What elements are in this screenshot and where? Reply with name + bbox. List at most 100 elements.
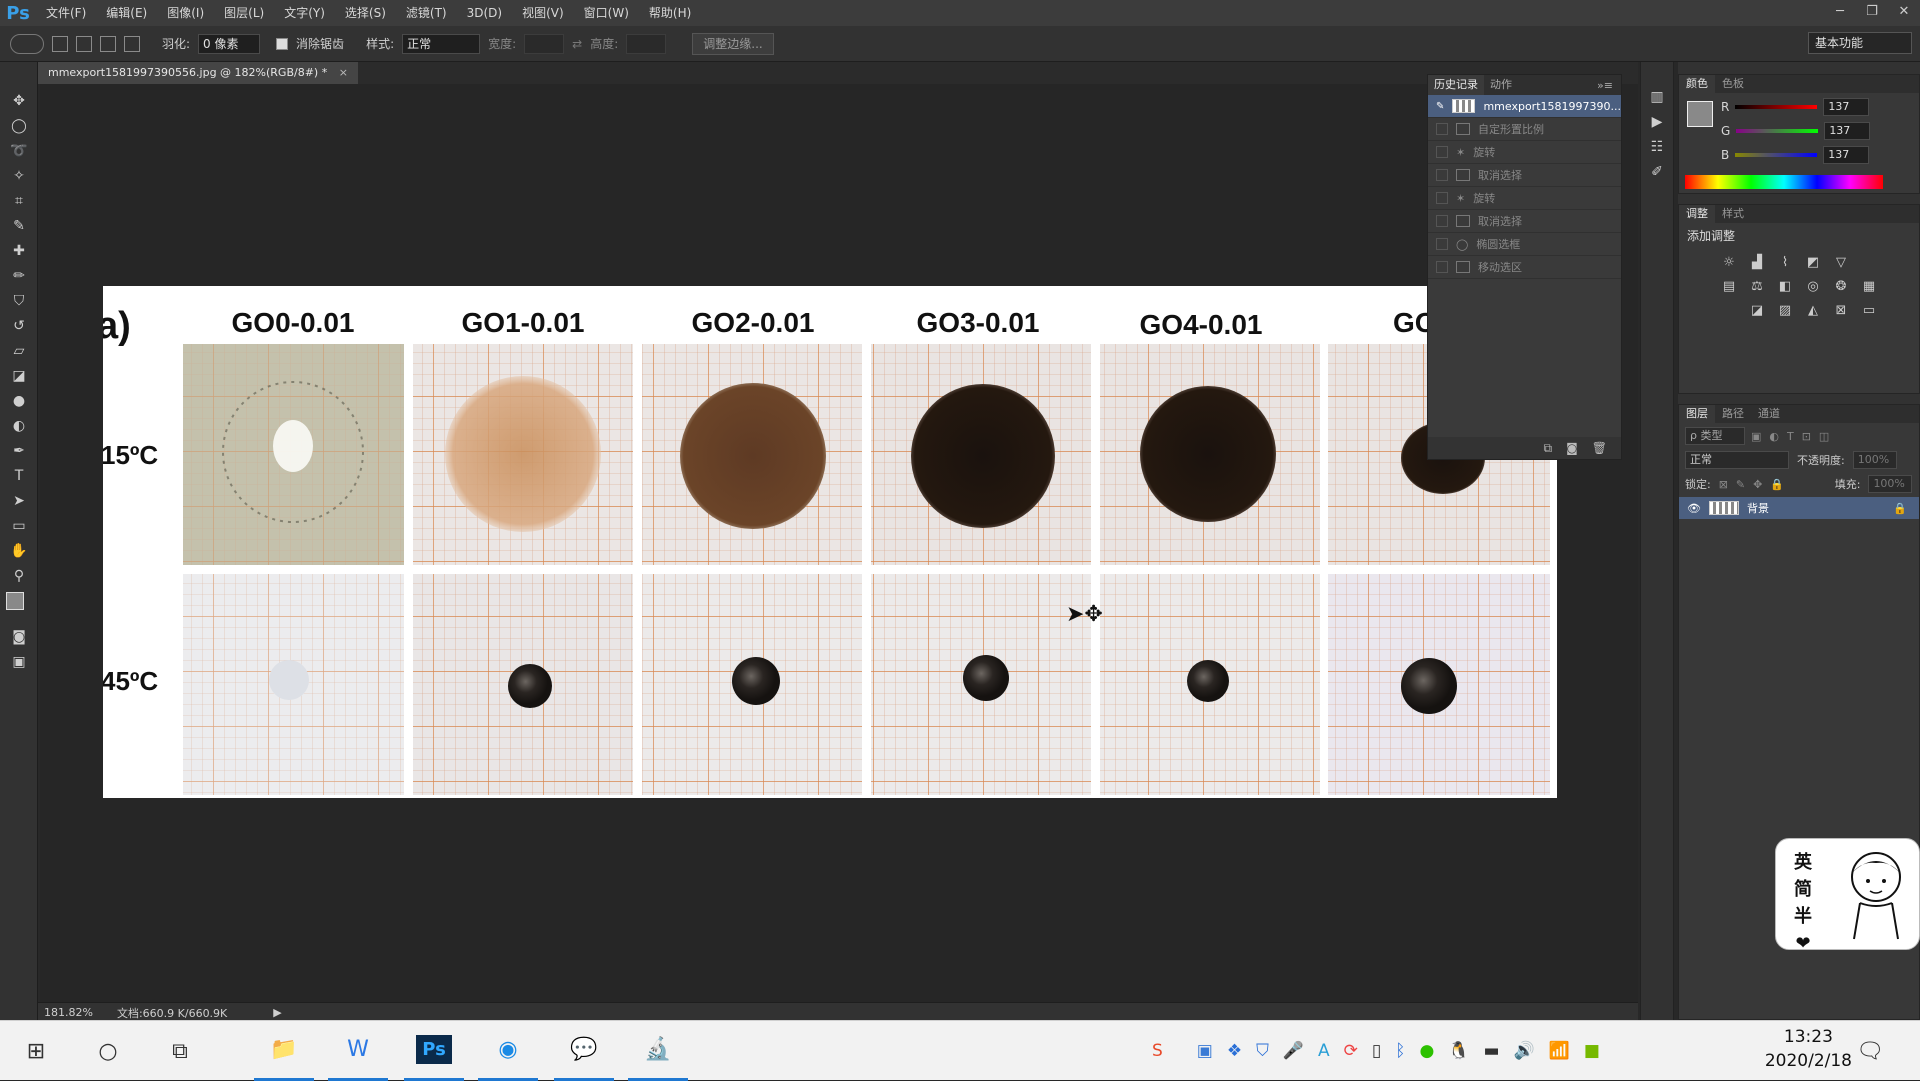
wps-writer-icon[interactable]: W <box>328 1021 388 1081</box>
properties-panel-icon[interactable]: ☷ <box>1641 134 1673 159</box>
history-step[interactable]: ✶ 旋转 <box>1428 141 1621 164</box>
channel-g-value[interactable]: 137 <box>1824 122 1871 140</box>
brush-tool-icon[interactable]: ✏ <box>0 263 38 288</box>
dodge-tool-icon[interactable]: ◐ <box>0 413 38 438</box>
tab-history[interactable]: 历史记录 <box>1428 75 1484 95</box>
menu-help[interactable]: 帮助(H) <box>639 0 701 26</box>
quick-mask-icon[interactable]: ◙ <box>0 624 38 649</box>
task-view-icon[interactable]: ⧉ <box>150 1021 210 1081</box>
browser-icon[interactable]: ◉ <box>478 1021 538 1081</box>
menu-layer[interactable]: 图层(L) <box>214 0 274 26</box>
invert-icon[interactable]: ◪ <box>1747 300 1767 320</box>
channel-b-value[interactable]: 137 <box>1823 146 1870 164</box>
history-step[interactable]: 取消选择 <box>1428 210 1621 233</box>
sogou-input-icon[interactable]: S <box>1152 1041 1163 1061</box>
menu-filter[interactable]: 滤镜(T) <box>396 0 457 26</box>
eye-icon[interactable]: 👁 <box>1687 502 1701 515</box>
actions-panel-icon[interactable]: ▶ <box>1641 109 1673 134</box>
hand-tool-icon[interactable]: ✋ <box>0 538 38 563</box>
color-lookup-icon[interactable]: ▦ <box>1859 276 1879 296</box>
new-document-icon[interactable]: ⧉ <box>1544 441 1553 456</box>
menu-select[interactable]: 选择(S) <box>335 0 396 26</box>
photo-filter-icon[interactable]: ◎ <box>1803 276 1823 296</box>
type-tool-icon[interactable]: T <box>0 463 38 488</box>
trash-icon[interactable]: 🗑 <box>1592 441 1607 455</box>
history-step[interactable]: 移动选区 <box>1428 256 1621 279</box>
channel-g-slider[interactable] <box>1736 129 1819 133</box>
history-step[interactable]: ✶ 旋转 <box>1428 187 1621 210</box>
color-spectrum[interactable] <box>1685 175 1883 189</box>
exposure-icon[interactable]: ◩ <box>1803 252 1823 272</box>
tab-styles[interactable]: 样式 <box>1715 205 1751 223</box>
document-tab[interactable]: mmexport1581997390556.jpg @ 182%(RGB/8#)… <box>38 62 358 84</box>
swap-dimensions-icon[interactable]: ⇄ <box>572 37 582 51</box>
selective-color-icon[interactable]: ⊠ <box>1831 300 1851 320</box>
posterize-icon[interactable]: ▨ <box>1775 300 1795 320</box>
style-select[interactable]: 正常 <box>402 33 481 54</box>
close-button[interactable]: ✕ <box>1888 0 1920 22</box>
threshold-icon[interactable]: ◭ <box>1803 300 1823 320</box>
photoshop-taskbar-icon[interactable]: Ps <box>404 1021 464 1081</box>
fill-input[interactable]: 100% <box>1868 475 1913 493</box>
windows-start-icon[interactable]: ⊞ <box>6 1021 66 1081</box>
brightness-icon[interactable]: ☼ <box>1719 252 1739 272</box>
screen-mode-icon[interactable]: ▣ <box>0 649 38 674</box>
wechat-tray-icon[interactable]: ● <box>1419 1041 1434 1061</box>
vibrance-icon[interactable]: ▽ <box>1831 252 1851 272</box>
tab-actions[interactable]: 动作 <box>1484 75 1518 95</box>
history-brush-tool-icon[interactable]: ↺ <box>0 313 38 338</box>
menu-3d[interactable]: 3D(D) <box>457 0 512 26</box>
tab-channels[interactable]: 通道 <box>1751 405 1787 423</box>
opacity-input[interactable]: 100% <box>1852 451 1897 469</box>
crop-tool-icon[interactable]: ⌗ <box>0 188 38 213</box>
history-step[interactable]: ◯ 椭圆选框 <box>1428 233 1621 256</box>
sync-icon[interactable]: ⟳ <box>1344 1041 1358 1061</box>
color-balance-icon[interactable]: ⚖ <box>1747 276 1767 296</box>
status-menu-arrow-icon[interactable]: ▶ <box>273 1006 281 1019</box>
foreground-color-box[interactable] <box>1687 101 1713 127</box>
wifi-icon[interactable]: 📶 <box>1549 1041 1570 1061</box>
tab-layers[interactable]: 图层 <box>1679 405 1715 423</box>
height-input[interactable] <box>626 33 667 54</box>
healing-brush-tool-icon[interactable]: ✚ <box>0 238 38 263</box>
layers-tray-icon[interactable]: ❖ <box>1227 1041 1242 1061</box>
history-step[interactable]: 取消选择 <box>1428 164 1621 187</box>
minimize-button[interactable]: ─ <box>1824 0 1856 22</box>
marquee-tool-preset-icon[interactable] <box>10 33 44 54</box>
width-input[interactable] <box>524 33 565 54</box>
menu-edit[interactable]: 编辑(E) <box>96 0 157 26</box>
tab-swatches[interactable]: 色板 <box>1715 75 1751 93</box>
hue-saturation-icon[interactable]: ▤ <box>1719 276 1739 296</box>
history-snapshot[interactable]: ✎ mmexport1581997390... <box>1428 95 1621 118</box>
microscope-app-icon[interactable]: 🔬 <box>628 1021 688 1081</box>
nvidia-icon[interactable]: ■ <box>1584 1041 1600 1061</box>
cortana-search-icon[interactable]: ○ <box>78 1021 138 1081</box>
eraser-tool-icon[interactable]: ▱ <box>0 338 38 363</box>
menu-window[interactable]: 窗口(W) <box>574 0 639 26</box>
qq-icon[interactable]: 🐧 <box>1448 1041 1469 1061</box>
layer-filter-icons[interactable]: ▣◐T⊡◫ <box>1751 430 1837 443</box>
menu-file[interactable]: 文件(F) <box>36 0 96 26</box>
path-selection-tool-icon[interactable]: ➤ <box>0 488 38 513</box>
restore-button[interactable]: ❐ <box>1856 0 1888 22</box>
menu-view[interactable]: 视图(V) <box>512 0 574 26</box>
subtract-selection-icon[interactable] <box>100 35 116 52</box>
channel-r-slider[interactable] <box>1735 105 1818 109</box>
paint-bucket-tool-icon[interactable]: ◪ <box>0 363 38 388</box>
clone-stamp-tool-icon[interactable]: ⛉ <box>0 288 38 313</box>
lasso-tool-icon[interactable]: ➰ <box>0 138 38 163</box>
microphone-icon[interactable]: 🎤 <box>1283 1041 1304 1061</box>
blur-tool-icon[interactable]: ● <box>0 388 38 413</box>
marquee-tool-icon[interactable]: ◯ <box>0 113 38 138</box>
volume-icon[interactable]: 🔊 <box>1514 1041 1535 1061</box>
history-step[interactable]: 自定形置比例 <box>1428 118 1621 141</box>
refine-edge-button[interactable]: 调整边缘... <box>692 32 774 55</box>
antialias-checkbox[interactable] <box>276 37 289 50</box>
tab-color[interactable]: 颜色 <box>1679 75 1715 93</box>
black-white-icon[interactable]: ◧ <box>1775 276 1795 296</box>
autodesk-icon[interactable]: A <box>1318 1041 1330 1061</box>
add-selection-icon[interactable] <box>76 35 92 52</box>
history-panel-icon[interactable]: ▥ <box>1641 84 1673 109</box>
zoom-tool-icon[interactable]: ⚲ <box>0 563 38 588</box>
bluetooth-icon[interactable]: ᛒ <box>1395 1041 1405 1061</box>
